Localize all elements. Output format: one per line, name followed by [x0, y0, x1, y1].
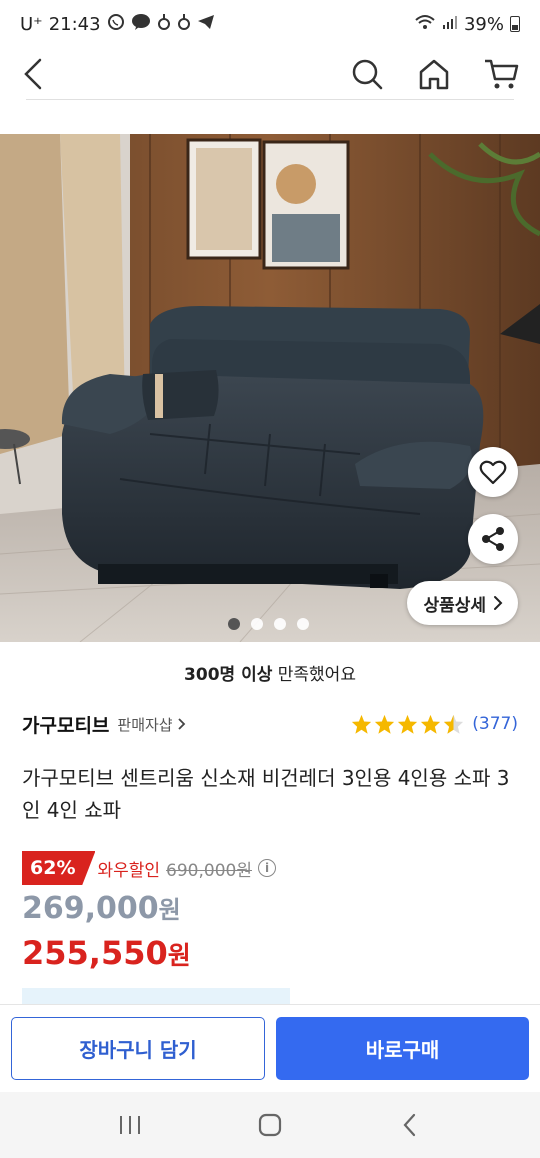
chevron-right-icon — [494, 596, 503, 610]
carousel-dot[interactable] — [251, 618, 263, 630]
battery-icon — [510, 16, 520, 32]
sale-price-value: 269,000 — [22, 891, 159, 926]
star-full-icon — [352, 714, 372, 734]
carrier-label: U⁺ — [20, 13, 43, 35]
home-button[interactable] — [414, 54, 454, 94]
system-nav-bar — [0, 1092, 540, 1158]
add-to-cart-button[interactable]: 장바구니 담기 — [11, 1017, 265, 1080]
buy-now-button[interactable]: 바로구매 — [276, 1017, 529, 1080]
carousel-dot[interactable] — [274, 618, 286, 630]
battery-percent: 39% — [463, 13, 504, 35]
home-icon — [419, 59, 449, 90]
search-icon — [352, 59, 383, 90]
telegram-icon — [197, 13, 215, 35]
seller-shop-link[interactable]: 판매자샵 — [117, 714, 185, 735]
product-detail-label: 상품상세 — [423, 595, 486, 616]
wifi-icon — [414, 13, 436, 35]
status-bar: U⁺ 21:43 39% — [0, 0, 540, 48]
wow-price: 255,550원 — [22, 934, 191, 972]
star-full-icon — [398, 714, 418, 734]
home-nav-button[interactable] — [250, 1105, 290, 1145]
recent-apps-icon — [120, 1116, 140, 1134]
discount-badge: 62% — [22, 851, 96, 885]
whatsapp-icon — [107, 13, 125, 35]
wow-price-value: 255,550 — [22, 934, 168, 972]
info-icon[interactable]: i — [258, 859, 276, 877]
kakaotalk-icon — [131, 13, 151, 35]
wow-price-unit: 원 — [167, 941, 191, 970]
back-icon — [24, 58, 42, 90]
product-image-carousel[interactable]: 상품상세 — [0, 134, 540, 642]
carousel-dot[interactable] — [297, 618, 309, 630]
sale-price: 269,000원 — [22, 890, 181, 926]
carousel-indicator — [228, 618, 309, 630]
seller-row: 가구모티브 판매자샵 (377) — [22, 710, 518, 738]
original-price: 690,000원 — [166, 860, 252, 881]
status-right: 39% — [414, 13, 520, 35]
back-nav-button[interactable] — [390, 1105, 430, 1145]
rating-stars[interactable]: (377) — [351, 714, 518, 735]
star-full-icon — [375, 714, 395, 734]
heart-icon — [479, 460, 507, 485]
satisfaction-text: 300명 이상 만족했어요 — [0, 660, 540, 685]
clock: 21:43 — [48, 13, 101, 35]
cart-icon — [485, 59, 519, 89]
star-half-icon — [444, 714, 464, 734]
cart-button[interactable] — [481, 54, 521, 94]
recent-apps-button[interactable] — [110, 1105, 150, 1145]
discount-row: 62% 와우할인 690,000원 i — [22, 850, 276, 886]
product-title: 가구모티브 센트리움 신소재 비건레더 3인용 4인용 소파 3인 4인 쇼파 — [22, 766, 510, 822]
product-detail-button[interactable]: 상품상세 — [407, 581, 518, 625]
seller-shop-label: 판매자샵 — [117, 715, 173, 734]
sofa-photo — [0, 134, 540, 642]
app-header — [0, 48, 540, 100]
star-full-icon — [421, 714, 441, 734]
status-left: U⁺ 21:43 — [20, 13, 215, 35]
wishlist-button[interactable] — [468, 447, 518, 497]
seller-name[interactable]: 가구모티브 — [22, 711, 109, 738]
sale-price-unit: 원 — [158, 896, 181, 924]
notification-icon — [177, 13, 191, 35]
purchase-action-bar: 장바구니 담기 바로구매 — [0, 1004, 540, 1092]
satisfaction-highlight: 300명 이상 — [184, 665, 273, 685]
chevron-right-icon — [177, 718, 185, 730]
header-divider — [26, 99, 514, 100]
share-icon — [482, 527, 504, 551]
notification-icon — [157, 13, 171, 35]
back-nav-icon — [403, 1113, 416, 1137]
wow-discount-label: 와우할인 — [97, 860, 161, 881]
signal-icon — [442, 14, 458, 34]
share-button[interactable] — [468, 514, 518, 564]
satisfaction-rest: 만족했어요 — [272, 665, 356, 685]
search-button[interactable] — [347, 54, 387, 94]
review-count[interactable]: (377) — [472, 714, 518, 734]
carousel-dot[interactable] — [228, 618, 240, 630]
back-button[interactable] — [18, 56, 52, 92]
home-circle-icon — [258, 1113, 282, 1137]
